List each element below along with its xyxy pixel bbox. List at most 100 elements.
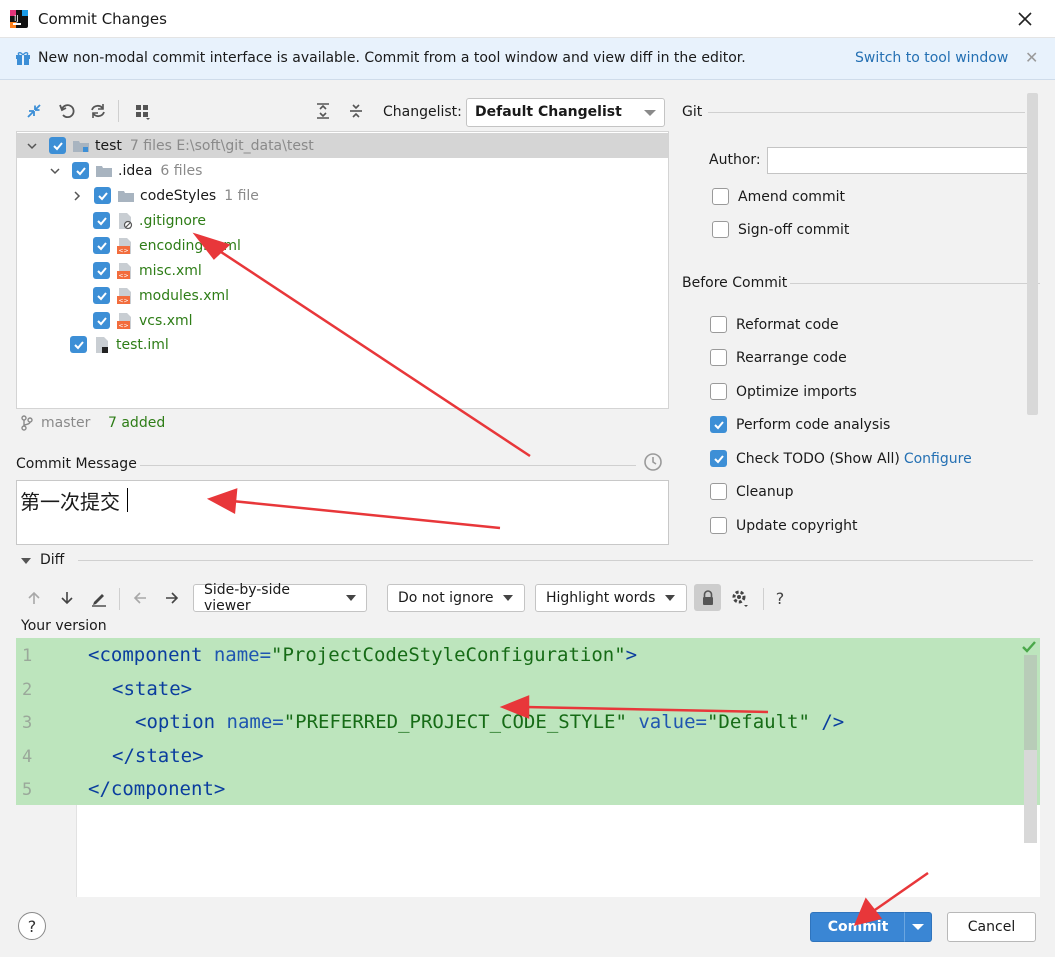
chevron-down-icon	[644, 110, 656, 116]
tree-row-name: .idea	[118, 162, 153, 179]
reformat-code-checkbox[interactable]: Reformat code	[710, 316, 839, 333]
branch-name[interactable]: master	[41, 415, 90, 431]
chevron-down-icon[interactable]	[25, 139, 39, 153]
commit-button[interactable]: Commit	[810, 912, 906, 942]
code-token: <state>	[112, 678, 193, 700]
edit-source-icon[interactable]	[87, 586, 111, 610]
checkbox-vcs-xml[interactable]	[93, 312, 110, 329]
checkbox-encodings-xml[interactable]	[93, 237, 110, 254]
rollback-icon[interactable]	[55, 99, 79, 123]
svg-text:<>: <>	[119, 247, 129, 254]
code-line-4: </state>	[112, 745, 204, 767]
help-button[interactable]: ?	[18, 912, 46, 940]
checkbox-box[interactable]	[710, 383, 727, 400]
tree-row-modules-xml[interactable]: <> modules.xml	[17, 283, 668, 308]
update-copyright-checkbox[interactable]: Update copyright	[710, 517, 857, 534]
diff-help-button[interactable]: ?	[768, 586, 792, 610]
tree-row-codestyles[interactable]: codeStyles 1 file	[17, 183, 668, 208]
checkbox-box[interactable]	[712, 188, 729, 205]
changelist-label: Changelist:	[383, 104, 462, 120]
tree-row-meta: 6 files	[160, 162, 203, 179]
cleanup-checkbox[interactable]: Cleanup	[710, 483, 794, 500]
group-by-icon[interactable]	[130, 99, 154, 123]
options-scrollbar[interactable]	[1027, 93, 1038, 415]
code-token: "Default"	[706, 711, 810, 733]
tree-row-vcs-xml[interactable]: <> vcs.xml	[17, 308, 668, 333]
arrow-right-icon[interactable]	[160, 586, 184, 610]
refresh-icon[interactable]	[86, 99, 110, 123]
option-label: Cleanup	[736, 483, 794, 500]
tree-row-misc-xml[interactable]: <> misc.xml	[17, 258, 668, 283]
tree-row-idea[interactable]: .idea 6 files	[17, 158, 668, 183]
checkbox-checked[interactable]	[710, 450, 727, 467]
banner-text: New non-modal commit interface is availa…	[38, 50, 746, 66]
editor-scrollbar-thumb[interactable]	[1024, 655, 1037, 750]
check-todo-checkbox[interactable]: Check TODO (Show All) Configure	[710, 450, 972, 467]
optimize-imports-checkbox[interactable]: Optimize imports	[710, 383, 857, 400]
window-close-icon[interactable]	[1014, 8, 1036, 30]
lock-icon[interactable]	[694, 584, 721, 611]
tree-row-test-iml[interactable]: test.iml	[17, 332, 668, 357]
clock-history-icon[interactable]	[643, 452, 663, 472]
highlight-dropdown[interactable]: Highlight words	[535, 584, 687, 612]
title-bar: IJ Commit Changes	[0, 0, 1055, 38]
author-input[interactable]	[767, 147, 1033, 174]
arrow-left-icon[interactable]	[128, 586, 152, 610]
switch-to-tool-window-link[interactable]: Switch to tool window	[855, 50, 1008, 66]
tree-row-gitignore[interactable]: .gitignore	[17, 208, 668, 233]
code-token: <component	[88, 644, 214, 666]
configure-link[interactable]: Configure	[904, 451, 972, 467]
xml-file-icon: <>	[116, 312, 134, 330]
iml-file-icon	[93, 336, 111, 354]
chevron-down-icon[interactable]	[20, 556, 32, 566]
tree-row-name: test.iml	[116, 336, 169, 353]
cancel-button[interactable]: Cancel	[947, 912, 1036, 942]
arrow-up-icon[interactable]	[22, 586, 46, 610]
show-diff-icon[interactable]	[22, 99, 46, 123]
gear-icon[interactable]	[728, 586, 752, 610]
tree-row-encodings-xml[interactable]: <> encodings.xml	[17, 233, 668, 258]
checkbox-misc-xml[interactable]	[93, 262, 110, 279]
signoff-commit-checkbox[interactable]: Sign-off commit	[712, 221, 849, 238]
checkbox-modules-xml[interactable]	[93, 287, 110, 304]
svg-text:<>: <>	[119, 322, 129, 329]
tree-row-meta: 1 file	[224, 187, 259, 204]
tree-row-name: vcs.xml	[139, 312, 193, 329]
checkbox-box[interactable]	[712, 221, 729, 238]
checkbox-box[interactable]	[710, 517, 727, 534]
perform-code-analysis-checkbox[interactable]: Perform code analysis	[710, 416, 890, 433]
code-token: "PREFERRED_PROJECT_CODE_STYLE"	[283, 711, 627, 733]
checkbox-box[interactable]	[710, 349, 727, 366]
checkbox-test-iml[interactable]	[70, 336, 87, 353]
checkbox-checked[interactable]	[710, 416, 727, 433]
checkbox-codestyles[interactable]	[94, 187, 111, 204]
chevron-down-icon[interactable]	[48, 164, 62, 178]
svg-text:<>: <>	[119, 272, 129, 279]
line-number: 1	[22, 646, 33, 666]
chevron-right-icon[interactable]	[70, 189, 84, 203]
tree-row-name: misc.xml	[139, 262, 202, 279]
commit-options-dropdown[interactable]	[904, 912, 932, 942]
checkbox-test[interactable]	[49, 137, 66, 154]
checkbox-idea[interactable]	[72, 162, 89, 179]
arrow-down-icon[interactable]	[55, 586, 79, 610]
changelist-dropdown[interactable]: Default Changelist	[466, 98, 665, 127]
code-line-1: <component name="ProjectCodeStyleConfigu…	[88, 644, 637, 666]
banner-close-icon[interactable]: ✕	[1025, 48, 1038, 67]
viewer-dropdown[interactable]: Side-by-side viewer	[193, 582, 367, 614]
checkbox-box[interactable]	[710, 316, 727, 333]
checkbox-gitignore[interactable]	[93, 212, 110, 229]
ignore-file-icon	[116, 212, 134, 230]
checkbox-box[interactable]	[710, 483, 727, 500]
viewer-value: Side-by-side viewer	[204, 582, 290, 614]
rearrange-code-checkbox[interactable]: Rearrange code	[710, 349, 847, 366]
collapse-all-icon[interactable]	[344, 99, 368, 123]
ignore-dropdown[interactable]: Do not ignore	[387, 584, 525, 612]
tree-row-test[interactable]: test 7 files E:\soft\git_data\test	[17, 133, 668, 158]
text-caret	[127, 488, 128, 512]
expand-all-icon[interactable]	[311, 99, 335, 123]
amend-commit-checkbox[interactable]: Amend commit	[712, 188, 845, 205]
changes-tree: test 7 files E:\soft\git_data\test .idea…	[16, 131, 669, 409]
tree-row-name: test	[95, 137, 122, 154]
toolbar-separator	[119, 588, 120, 610]
